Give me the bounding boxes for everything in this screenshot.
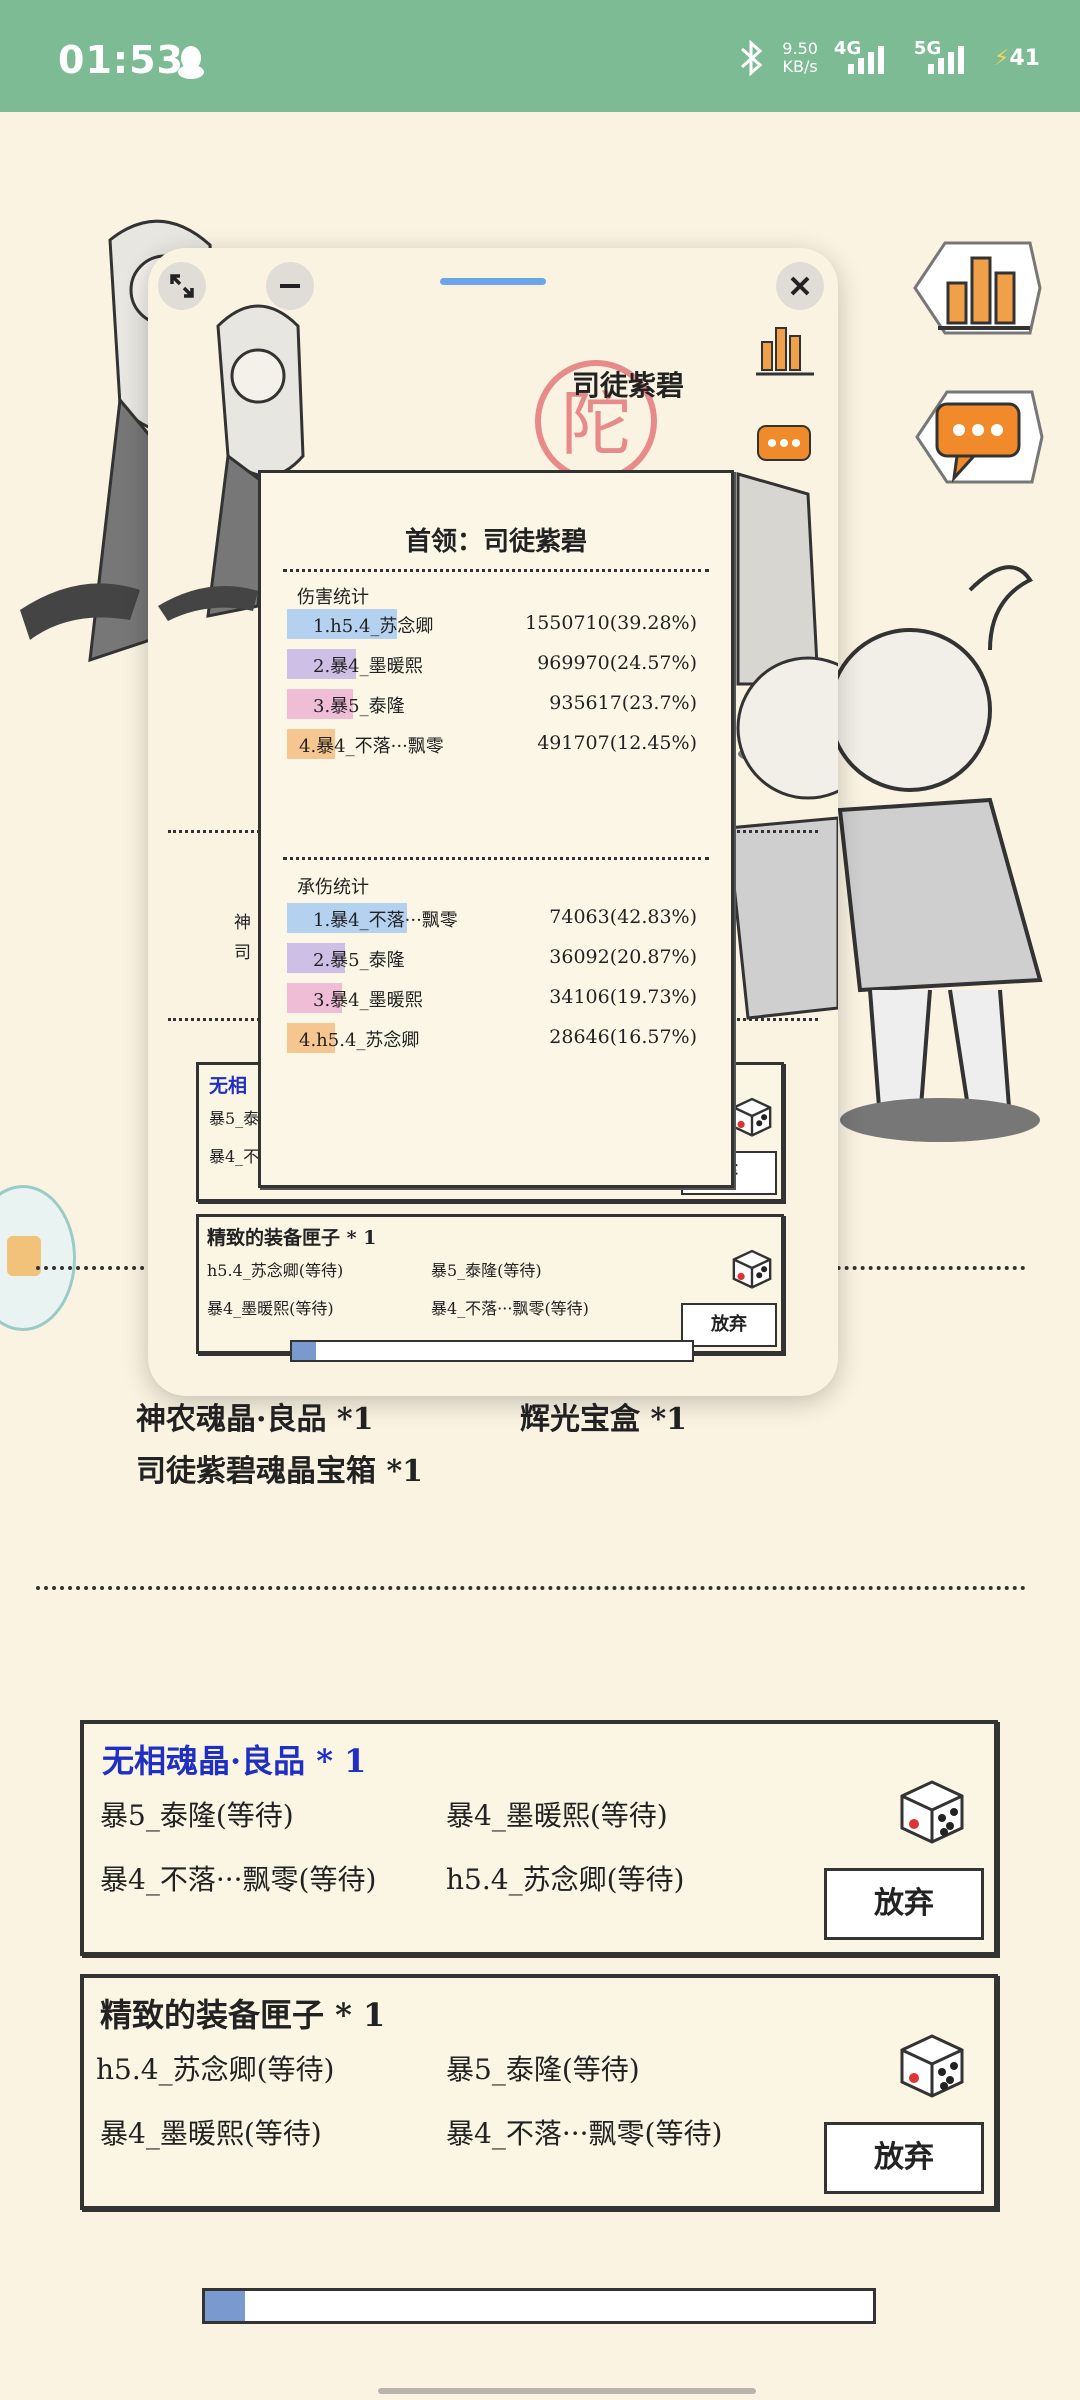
participant-status: 暴4_不落···飘零(等待)	[100, 1863, 377, 1896]
reward-item: 司徒紫碧魂晶宝箱 *1	[136, 1454, 424, 1489]
chat-icon[interactable]	[902, 382, 1052, 492]
dice-icon[interactable]	[894, 1772, 970, 1848]
progress-fill	[205, 2291, 246, 2321]
player-name: 3.暴5_泰隆	[313, 696, 405, 717]
stat-value: 935617(23.7%)	[549, 692, 697, 714]
network-speed: 9.50 KB/s	[782, 39, 818, 76]
signal-icon: 4G	[834, 38, 898, 78]
boss-title: 首领：司徒紫碧	[404, 527, 587, 557]
damage-stats-heading: 伤害统计	[297, 587, 369, 608]
gesture-bar	[378, 2388, 756, 2394]
stats-row: 1.h5.4_苏念卿 1550710(39.28%)	[287, 609, 707, 639]
battery-icon: ⚡41	[993, 45, 1040, 71]
participant-status: 暴4_墨暖熙(等待)	[100, 2117, 322, 2150]
participant-status: 暴4_墨暖熙(等待)	[446, 1799, 668, 1832]
player-name: 4.h5.4_苏念卿	[299, 1030, 420, 1051]
stat-value: 28646(16.57%)	[549, 1026, 697, 1048]
stats-row: 4.暴4_不落···飘零 491707(12.45%)	[287, 729, 707, 759]
dotted-divider	[36, 1586, 1026, 1590]
damage-taken-heading: 承伤统计	[297, 877, 369, 898]
close-window-button[interactable]	[776, 262, 824, 310]
ranking-chart-icon[interactable]	[900, 228, 1050, 348]
player-name: 3.暴4_墨暖熙	[313, 990, 423, 1011]
participant-status: 暴5_泰隆(等待)	[100, 1799, 294, 1832]
progress-fill	[292, 1342, 316, 1360]
participant-status: h5.4_苏念卿(等待)	[96, 2053, 335, 2086]
signal-icon: 5G	[914, 38, 978, 78]
reward-item-partial: 司	[234, 943, 251, 963]
stat-value: 34106(19.73%)	[549, 986, 697, 1008]
reward-box-equipment: 精致的装备匣子 * 1 h5.4_苏念卿(等待) 暴5_泰隆(等待) 暴4_墨暖…	[80, 1974, 998, 2210]
dotted-divider	[283, 857, 709, 860]
participant-status: h5.4_苏念卿(等待)	[446, 1863, 685, 1896]
hero-character-illustration	[828, 565, 1043, 1142]
stats-row: 2.暴4_墨暖熙 969970(24.57%)	[287, 649, 707, 679]
player-name: 1.h5.4_苏念卿	[313, 616, 434, 637]
player-name: 4.暴4_不落···飘零	[299, 736, 444, 757]
reward-item: 辉光宝盒 *1	[520, 1402, 688, 1437]
status-bar: 01:53 9.50 KB/s 4G 5G ⚡41	[0, 0, 1080, 112]
participant-status: 暴4_不落···飘零(等待)	[446, 2117, 723, 2150]
stat-value: 491707(12.45%)	[537, 732, 697, 754]
reward-title: 无相魂晶·良品 * 1	[102, 1742, 367, 1780]
stat-value: 969970(24.57%)	[537, 652, 697, 674]
stats-row: 3.暴4_墨暖熙 34106(19.73%)	[287, 983, 707, 1013]
roll-progress-bar	[202, 2288, 876, 2324]
stat-value: 1550710(39.28%)	[525, 612, 697, 634]
player-name: 1.暴4_不落···飘零	[313, 910, 458, 931]
reward-item-partial: 神	[234, 913, 251, 933]
stat-value: 36092(20.87%)	[549, 946, 697, 968]
reward-title: 精致的装备匣子 * 1	[100, 1996, 386, 2034]
bluetooth-icon	[741, 39, 763, 77]
dice-icon[interactable]	[894, 2026, 970, 2102]
close-icon	[790, 276, 810, 296]
player-name: 2.暴5_泰隆	[313, 950, 405, 971]
status-time: 01:53	[58, 38, 184, 82]
battle-stats-panel: 首领：司徒紫碧 伤害统计 1.h5.4_苏念卿 1550710(39.28%) 2.…	[258, 470, 734, 1188]
dice-icon[interactable]	[729, 1245, 775, 1291]
side-floating-handle[interactable]	[0, 1185, 76, 1331]
dice-icon[interactable]	[729, 1093, 775, 1139]
participant-status: 暴5_泰隆(等待)	[446, 2053, 640, 2086]
stats-row: 3.暴5_泰隆 935617(23.7%)	[287, 689, 707, 719]
stats-row: 1.暴4_不落···飘零 74063(42.83%)	[287, 903, 707, 933]
boss-name-label: 司徒紫碧	[572, 369, 685, 402]
ranking-chart-icon[interactable]	[748, 314, 824, 384]
player-name: 2.暴4_墨暖熙	[313, 656, 423, 677]
give-up-button[interactable]: 放弃	[681, 1303, 777, 1347]
qq-penguin-icon	[178, 46, 204, 79]
stats-row: 2.暴5_泰隆 36092(20.87%)	[287, 943, 707, 973]
give-up-button[interactable]: 放弃	[824, 2122, 984, 2194]
dotted-divider	[283, 569, 709, 572]
reward-box-wuxiang: 无相魂晶·良品 * 1 暴5_泰隆(等待) 暴4_墨暖熙(等待) 暴4_不落··…	[80, 1720, 998, 1956]
stats-row: 4.h5.4_苏念卿 28646(16.57%)	[287, 1023, 707, 1053]
reward-item: 神农魂晶·良品 *1	[136, 1402, 374, 1437]
reward-box-equipment: 精致的装备匣子 * 1 h5.4_苏念卿(等待) 暴5_泰隆(等待) 暴4_墨暖…	[196, 1214, 784, 1354]
give-up-button[interactable]: 放弃	[824, 1868, 984, 1940]
stat-value: 74063(42.83%)	[549, 906, 697, 928]
roll-progress-bar	[290, 1340, 694, 1362]
window-drag-handle[interactable]	[440, 278, 546, 285]
